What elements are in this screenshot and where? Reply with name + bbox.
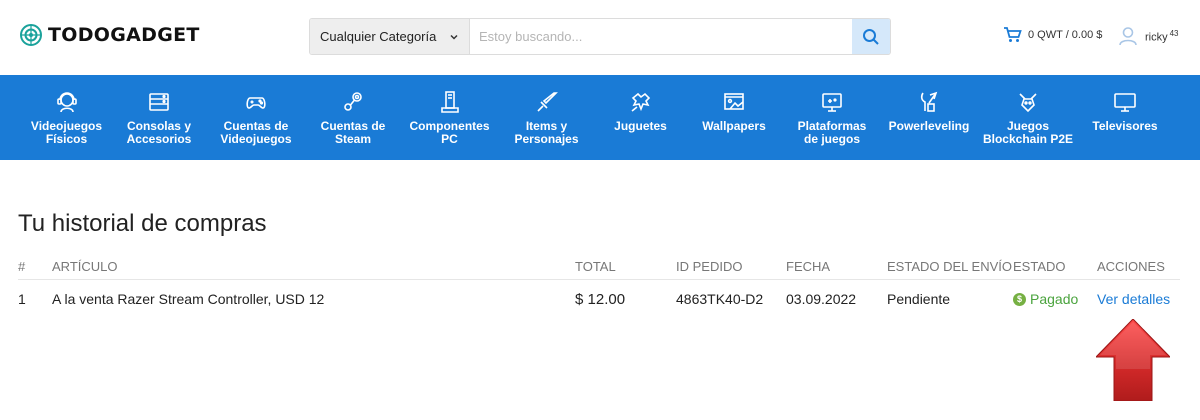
nav-item-juguetes[interactable]: Juguetes xyxy=(595,75,686,160)
nav-item-items-personajes[interactable]: Items y Personajes xyxy=(498,75,595,160)
console-icon xyxy=(149,93,169,111)
blockchain-icon xyxy=(1019,93,1037,113)
user-badge: 43 xyxy=(1169,28,1179,38)
header: TODOGADGET Cualquier Categoría 0 QWT / 0… xyxy=(0,0,1200,75)
nav-label: Powerleveling xyxy=(888,119,970,133)
gamer-icon xyxy=(56,92,77,113)
powerleveling-icon xyxy=(920,91,938,112)
column-header: # xyxy=(18,259,26,274)
nav-label: Wallpapers xyxy=(702,119,766,133)
column-header: ARTÍCULO xyxy=(52,259,118,274)
column-header: FECHA xyxy=(786,259,831,274)
gamepad-icon xyxy=(246,97,266,109)
tv-icon xyxy=(1114,93,1136,112)
nav-item-cuentas-videojuegos[interactable]: Cuentas de Videojuegos xyxy=(207,75,305,160)
platform-icon xyxy=(822,93,842,112)
search-button[interactable] xyxy=(852,19,890,54)
cart-icon xyxy=(1004,27,1022,42)
logo[interactable]: TODOGADGET xyxy=(20,24,200,46)
nav-item-componentes-pc[interactable]: Componentes PC xyxy=(401,75,498,160)
user-account[interactable]: ricky 43 xyxy=(1118,26,1179,46)
column-header: ACCIONES xyxy=(1097,259,1165,274)
nav-label: Items y Personajes xyxy=(514,119,579,146)
article-name: A la venta Razer Stream Controller, USD … xyxy=(52,291,325,307)
pc-components-icon xyxy=(440,91,459,113)
steam-icon xyxy=(344,92,362,111)
nav-label: Plataformas de juegos xyxy=(797,119,867,146)
nav-item-cuentas-steam[interactable]: Cuentas de Steam xyxy=(305,75,401,160)
shipping-status: Pendiente xyxy=(887,291,951,307)
nav-item-plataformas[interactable]: Plataformas de juegos xyxy=(782,75,882,160)
nav-label: Consolas y Accesorios xyxy=(126,119,192,146)
category-select-value: Cualquier Categoría xyxy=(320,29,437,44)
user-icon xyxy=(1119,27,1137,46)
table-header: # ARTÍCULO TOTAL ID PEDIDO FECHA ESTADO … xyxy=(18,256,1180,280)
payment-status-badge: $ Pagado xyxy=(1013,291,1078,307)
cart[interactable]: 0 QWT / 0.00 $ xyxy=(1003,26,1102,43)
arrow-up-icon xyxy=(1096,319,1170,401)
search-icon xyxy=(863,28,879,45)
nav-item-videojuegos-fisicos[interactable]: Videojuegos Físicos xyxy=(22,75,111,160)
nav-item-televisores[interactable]: Televisores xyxy=(1080,75,1170,160)
nav-item-blockchain[interactable]: Juegos Blockchain P2E xyxy=(976,75,1080,160)
search-input[interactable] xyxy=(470,19,852,54)
nav-label: Cuentas de Steam xyxy=(320,119,386,146)
dollar-icon: $ xyxy=(1013,292,1026,306)
user-name: ricky xyxy=(1145,31,1168,44)
order-date: 03.09.2022 xyxy=(786,291,857,307)
payment-status-label: Pagado xyxy=(1030,291,1079,307)
nav-label: Juguetes xyxy=(614,119,667,133)
order-total: $ 12.00 xyxy=(575,291,626,308)
toys-icon xyxy=(631,92,650,112)
nav-label: Videojuegos Físicos xyxy=(30,119,103,146)
column-header: ID PEDIDO xyxy=(676,259,743,274)
table-row: 1 A la venta Razer Stream Controller, US… xyxy=(18,280,1180,320)
sword-icon xyxy=(536,92,558,112)
search-bar: Cualquier Categoría xyxy=(309,18,891,55)
logo-icon xyxy=(20,24,42,46)
nav-label: Juegos Blockchain P2E xyxy=(982,119,1074,146)
user-name-wrap: ricky 43 xyxy=(1145,29,1179,44)
category-nav: Videojuegos Físicos Consolas y Accesorio… xyxy=(0,75,1200,160)
nav-label: Componentes PC xyxy=(409,119,490,146)
nav-label: Cuentas de Videojuegos xyxy=(220,119,292,146)
nav-item-consolas[interactable]: Consolas y Accesorios xyxy=(111,75,207,160)
view-details-link[interactable]: Ver detalles xyxy=(1097,291,1170,307)
order-id: 4863TK40-D2 xyxy=(676,291,764,307)
wallpaper-icon xyxy=(724,93,744,110)
category-select[interactable]: Cualquier Categoría xyxy=(310,19,470,54)
column-header: ESTADO DEL ENVÍO xyxy=(887,259,1012,274)
nav-label: Televisores xyxy=(1092,119,1158,133)
column-header: TOTAL xyxy=(575,259,616,274)
logo-text: TODOGADGET xyxy=(48,24,200,46)
nav-item-wallpapers[interactable]: Wallpapers xyxy=(686,75,782,160)
chevron-down-icon xyxy=(450,34,458,40)
cart-summary: 0 QWT / 0.00 $ xyxy=(1028,28,1103,41)
row-number: 1 xyxy=(18,291,26,307)
orders-table: # ARTÍCULO TOTAL ID PEDIDO FECHA ESTADO … xyxy=(18,256,1180,320)
nav-item-powerleveling[interactable]: Powerleveling xyxy=(882,75,976,160)
page-title: Tu historial de compras xyxy=(18,210,267,237)
column-header: ESTADO xyxy=(1013,259,1066,274)
